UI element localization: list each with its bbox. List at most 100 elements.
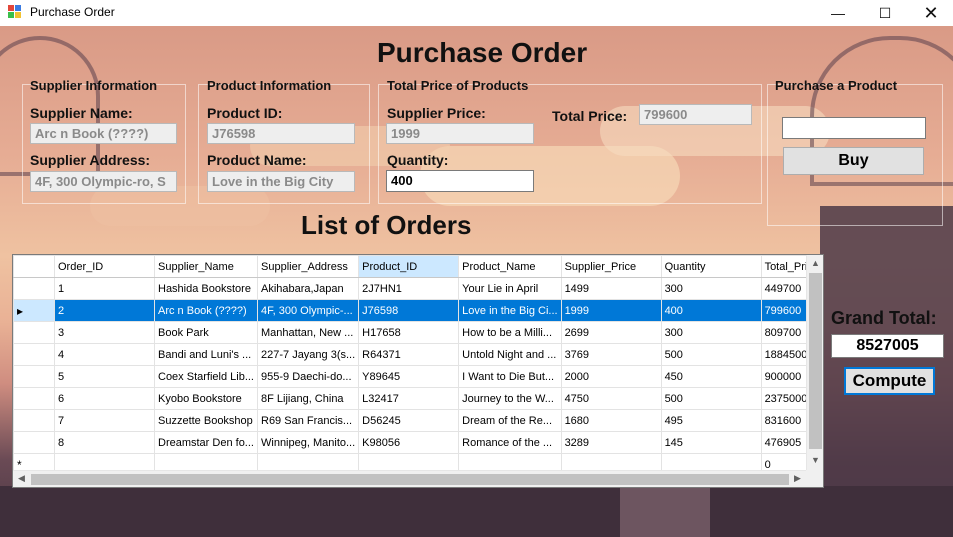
table-cell[interactable]: Love in the Big Ci...	[458, 299, 562, 322]
table-cell[interactable]: 4F, 300 Olympic-...	[256, 299, 360, 322]
table-row[interactable]: 8 Dreamstar Den fo... Winnipeg, Manito... K…	[13, 431, 822, 454]
maximize-button[interactable]: ☐	[862, 0, 908, 26]
supplier-address-field[interactable]: 4F, 300 Olympic-ro, S	[30, 171, 177, 192]
row-header[interactable]	[13, 343, 55, 366]
table-cell[interactable]: 5	[54, 365, 155, 388]
purchase-input[interactable]	[782, 117, 926, 139]
table-cell[interactable]: R64371	[358, 343, 460, 366]
table-cell[interactable]: 7	[54, 409, 155, 432]
table-cell[interactable]: 6	[54, 387, 155, 410]
column-header[interactable]: Supplier_Price	[560, 255, 662, 278]
table-cell[interactable]: 3289	[560, 431, 662, 454]
table-cell[interactable]: 3	[54, 321, 155, 344]
row-header[interactable]	[13, 409, 55, 432]
scroll-down-icon[interactable]: ▼	[811, 455, 820, 465]
table-cell[interactable]: Your Lie in April	[458, 277, 562, 300]
table-row[interactable]: 3 Book Park Manhattan, New ... H17658 How to…	[13, 321, 822, 344]
scroll-left-icon[interactable]: ◀	[18, 473, 25, 484]
column-header[interactable]: Quantity	[660, 255, 762, 278]
table-cell[interactable]: D56245	[358, 409, 460, 432]
table-cell[interactable]: 450	[660, 365, 762, 388]
table-row[interactable]: 5 Coex Starfield Lib... 955-9 Daechi-do...…	[13, 365, 822, 388]
table-row[interactable]: 1 Hashida Bookstore Akihabara,Japan 2J7HN1 Y…	[13, 277, 822, 300]
column-header[interactable]: Order_ID	[54, 255, 155, 278]
table-row[interactable]: 7 Suzzette Bookshop R69 San Francis... D562…	[13, 409, 822, 432]
close-button[interactable]: ✕	[908, 0, 953, 26]
table-cell[interactable]: Untold Night and ...	[458, 343, 562, 366]
total-price-field[interactable]: 799600	[639, 104, 752, 125]
product-id-field[interactable]: J76598	[207, 123, 355, 144]
table-cell[interactable]: 500	[660, 387, 762, 410]
table-cell[interactable]: Book Park	[154, 321, 258, 344]
table-cell[interactable]: Romance of the ...	[458, 431, 562, 454]
quantity-input[interactable]: 400	[386, 170, 534, 192]
table-cell[interactable]: R69 San Francis...	[256, 409, 360, 432]
compute-button[interactable]: Compute	[844, 367, 935, 395]
scroll-up-icon[interactable]: ▲	[811, 258, 820, 268]
table-cell[interactable]: Y89645	[358, 365, 460, 388]
table-cell[interactable]: Arc n Book (????)	[154, 299, 258, 322]
table-cell[interactable]: Akihabara,Japan	[256, 277, 360, 300]
grid-corner-header[interactable]	[13, 255, 55, 278]
table-cell[interactable]: Manhattan, New ...	[256, 321, 360, 344]
product-name-field[interactable]: Love in the Big City	[207, 171, 355, 192]
row-header[interactable]	[13, 365, 55, 388]
orders-grid[interactable]: Order_ID Supplier_Name Supplier_Address Pro…	[12, 254, 824, 488]
table-cell[interactable]: J76598	[358, 299, 460, 322]
table-cell[interactable]: K98056	[358, 431, 460, 454]
table-cell[interactable]: Hashida Bookstore	[154, 277, 258, 300]
row-header[interactable]	[13, 431, 55, 454]
grid-vertical-thumb[interactable]	[809, 273, 822, 449]
table-cell[interactable]: 8F Lijiang, China	[256, 387, 360, 410]
table-cell[interactable]: 300	[660, 321, 762, 344]
column-header[interactable]: Supplier_Name	[154, 255, 258, 278]
table-cell[interactable]: 145	[660, 431, 762, 454]
buy-button[interactable]: Buy	[783, 147, 924, 175]
table-cell[interactable]: Winnipeg, Manito...	[256, 431, 360, 454]
table-cell[interactable]: 1680	[560, 409, 662, 432]
supplier-price-field[interactable]: 1999	[386, 123, 534, 144]
table-cell[interactable]: 2J7HN1	[358, 277, 460, 300]
table-cell[interactable]: Suzzette Bookshop	[154, 409, 258, 432]
table-row[interactable]: 6 Kyobo Bookstore 8F Lijiang, China L32417 J…	[13, 387, 822, 410]
table-cell[interactable]: How to be a Milli...	[458, 321, 562, 344]
grid-horizontal-thumb[interactable]	[31, 474, 789, 485]
table-cell[interactable]: L32417	[358, 387, 460, 410]
row-header[interactable]: ▸	[13, 299, 55, 322]
table-cell[interactable]: 500	[660, 343, 762, 366]
table-cell[interactable]: 1	[54, 277, 155, 300]
table-cell[interactable]: Journey to the W...	[458, 387, 562, 410]
table-cell[interactable]: H17658	[358, 321, 460, 344]
row-header[interactable]	[13, 277, 55, 300]
column-header[interactable]: Product_Name	[458, 255, 562, 278]
table-cell[interactable]: Bandi and Luni's ...	[154, 343, 258, 366]
table-cell[interactable]: 3769	[560, 343, 662, 366]
column-header[interactable]: Supplier_Address	[256, 255, 360, 278]
table-cell[interactable]: 2000	[560, 365, 662, 388]
table-cell[interactable]: 4	[54, 343, 155, 366]
table-cell[interactable]: Dream of the Re...	[458, 409, 562, 432]
table-cell[interactable]: 300	[660, 277, 762, 300]
row-header[interactable]	[13, 387, 55, 410]
table-cell[interactable]: 2699	[560, 321, 662, 344]
grand-total-field[interactable]: 8527005	[831, 334, 944, 358]
table-cell[interactable]: 8	[54, 431, 155, 454]
row-header[interactable]	[13, 321, 55, 344]
table-row[interactable]: ▸ 2 Arc n Book (????) 4F, 300 Olympic-... J7…	[13, 299, 822, 322]
table-row[interactable]: 4 Bandi and Luni's ... 227-7 Jayang 3(s...…	[13, 343, 822, 366]
table-cell[interactable]: Dreamstar Den fo...	[154, 431, 258, 454]
table-cell[interactable]: 400	[660, 299, 762, 322]
grid-horizontal-scrollbar[interactable]: ◀ ▶	[13, 470, 808, 487]
column-header[interactable]: Product_ID	[358, 255, 460, 278]
scroll-right-icon[interactable]: ▶	[794, 473, 801, 484]
grid-vertical-scrollbar[interactable]: ▲ ▼	[806, 255, 823, 470]
table-cell[interactable]: 4750	[560, 387, 662, 410]
table-cell[interactable]: 1499	[560, 277, 662, 300]
table-cell[interactable]: Kyobo Bookstore	[154, 387, 258, 410]
minimize-button[interactable]: —	[815, 0, 861, 26]
table-cell[interactable]: 1999	[560, 299, 662, 322]
table-cell[interactable]: I Want to Die But...	[458, 365, 562, 388]
table-cell[interactable]: 955-9 Daechi-do...	[256, 365, 360, 388]
table-cell[interactable]: 2	[54, 299, 155, 322]
table-cell[interactable]: Coex Starfield Lib...	[154, 365, 258, 388]
